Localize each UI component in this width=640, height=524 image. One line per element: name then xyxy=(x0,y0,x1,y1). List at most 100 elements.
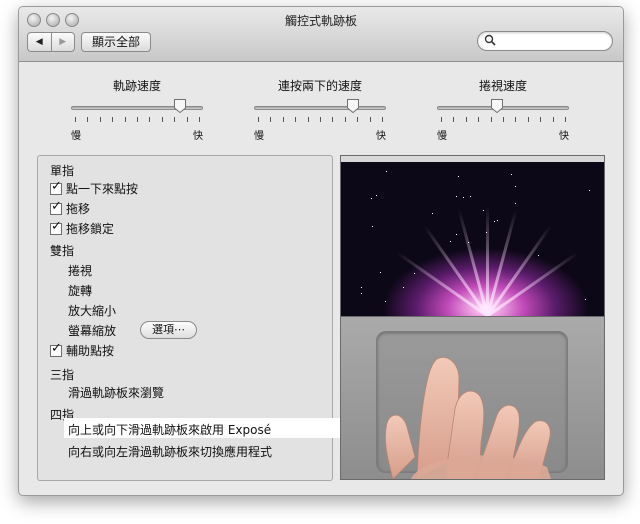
double-click-speed-label: 連按兩下的速度 xyxy=(277,79,362,93)
gesture-options-panel: 單指 ✓ 點一下來點按 ✓ 拖移 ✓ 拖移鎖定 雙指 捲視 旋轉 放大縮小 螢幕… xyxy=(37,155,358,481)
slider-tick xyxy=(137,117,138,122)
tracking-speed-min-label: 慢 xyxy=(71,131,81,142)
one-finger-header: 單指 xyxy=(50,164,75,178)
secondary-click-row[interactable]: ✓ 輔助點按 xyxy=(50,340,115,359)
slider-tick xyxy=(357,117,359,122)
star-dot xyxy=(456,196,457,197)
slider-tick xyxy=(295,117,297,122)
slider-tick xyxy=(503,117,504,122)
three-finger-swipe-item[interactable]: 滑過軌跡板來瀏覽 xyxy=(68,384,164,401)
star-dot xyxy=(589,190,590,191)
star-dot xyxy=(450,241,451,242)
star-dot xyxy=(414,273,415,274)
star-dot xyxy=(468,242,469,243)
tracking-speed-thumb[interactable] xyxy=(173,98,187,114)
search-input[interactable] xyxy=(500,33,608,49)
slider-tick xyxy=(515,117,517,122)
slider-tick xyxy=(441,117,442,122)
dragging-checkbox[interactable]: ✓ xyxy=(50,198,62,215)
slider-tick xyxy=(540,117,542,122)
three-fingers-header: 三指 xyxy=(50,368,75,382)
star-dot xyxy=(497,220,498,221)
slider-tick xyxy=(161,117,163,122)
dragging-row[interactable]: ✓ 拖移 xyxy=(50,198,91,217)
slider-tick xyxy=(565,117,566,122)
expose-item-label: 向上或向下滑過軌跡板來啟用 Exposé xyxy=(68,423,272,437)
star-dot xyxy=(511,174,512,175)
slider-tick xyxy=(75,117,76,122)
slider-tick xyxy=(87,117,89,122)
star-dot xyxy=(386,171,387,172)
tracking-speed-label: 軌跡速度 xyxy=(112,79,161,93)
slider-tick xyxy=(270,117,272,122)
rotate-item[interactable]: 旋轉 xyxy=(68,282,92,299)
star-dot xyxy=(515,186,516,187)
slider-tick xyxy=(186,117,188,122)
desktop-preview-image xyxy=(341,156,604,316)
double-click-speed-thumb[interactable] xyxy=(346,98,360,114)
back-button[interactable]: ◀ xyxy=(28,33,51,51)
star-dot xyxy=(385,301,386,302)
drag-lock-row[interactable]: ✓ 拖移鎖定 xyxy=(50,218,115,237)
slider-tick xyxy=(478,117,480,122)
star-dot xyxy=(483,210,484,211)
screen-zoom-options-button[interactable]: 選項⋯ xyxy=(140,321,197,339)
slider-tick xyxy=(199,117,200,122)
scrolling-speed-thumb[interactable] xyxy=(490,98,504,114)
tap-to-click-row[interactable]: ✓ 點一下來點按 xyxy=(50,179,139,197)
star-dot xyxy=(515,203,516,204)
two-fingers-header: 雙指 xyxy=(50,244,75,258)
star-dot xyxy=(376,195,377,196)
secondary-click-checkbox[interactable]: ✓ xyxy=(50,340,62,357)
tap-to-click-label: 點一下來點按 xyxy=(66,182,139,196)
slider-tick xyxy=(332,117,334,122)
zoom-item[interactable]: 放大縮小 xyxy=(68,302,116,319)
drag-lock-checkbox[interactable]: ✓ xyxy=(50,218,62,235)
star-dot xyxy=(458,176,459,177)
two-finger-scroll-item[interactable]: 捲視 xyxy=(68,262,92,279)
dragging-label: 拖移 xyxy=(66,202,91,216)
gesture-preview xyxy=(340,155,605,480)
double-click-speed-slider-group: 連按兩下的速度 慢 快 xyxy=(254,77,386,142)
slider-tick xyxy=(453,117,455,122)
preferences-window: 觸控式軌跡板 ◀ ▶ 顯示全部 軌跡速度 慢 快 連按兩下的速度 慢 快 捲視速… xyxy=(18,6,624,496)
slider-thumb-icon xyxy=(347,99,360,114)
star-dot xyxy=(538,255,539,256)
checkmark-icon: ✓ xyxy=(51,340,62,356)
drag-lock-label: 拖移鎖定 xyxy=(66,222,115,236)
star-dot xyxy=(361,293,362,294)
slider-tick xyxy=(344,117,346,122)
slider-tick xyxy=(527,117,529,122)
double-click-speed-track[interactable] xyxy=(254,106,386,110)
tracking-speed-max-label: 快 xyxy=(193,131,203,142)
slider-tick xyxy=(124,117,126,122)
expose-item-selected[interactable]: 向上或向下滑過軌跡板來啟用 Exposé xyxy=(64,418,358,438)
switch-apps-item[interactable]: 向右或向左滑過軌跡板來切換應用程式 xyxy=(68,443,272,460)
scrolling-speed-min-label: 慢 xyxy=(437,131,447,142)
aurora-ray xyxy=(486,225,552,316)
slider-tick xyxy=(552,117,554,122)
scrolling-speed-max-label: 快 xyxy=(559,131,569,142)
titlebar: 觸控式軌跡板 ◀ ▶ 顯示全部 xyxy=(19,7,623,62)
trackpad-preview-image xyxy=(341,317,604,479)
checkmark-icon: ✓ xyxy=(51,198,62,214)
slider-tick xyxy=(465,117,467,122)
star-dot xyxy=(432,213,433,214)
show-all-button[interactable]: 顯示全部 xyxy=(81,32,152,52)
forward-button[interactable]: ▶ xyxy=(50,33,75,51)
checkmark-icon: ✓ xyxy=(51,218,62,234)
preview-menubar xyxy=(341,156,604,162)
star-dot xyxy=(486,232,487,233)
search-field[interactable] xyxy=(477,31,613,51)
slider-tick xyxy=(490,117,492,122)
secondary-click-label: 輔助點按 xyxy=(66,344,115,358)
star-dot xyxy=(585,299,586,300)
slider-tick xyxy=(282,117,284,122)
scrolling-speed-slider-group: 捲視速度 慢 快 xyxy=(437,77,569,142)
tap-to-click-checkbox[interactable]: ✓ xyxy=(50,179,62,195)
star-dot xyxy=(380,272,381,273)
slider-tick xyxy=(320,117,321,122)
slider-tick xyxy=(258,117,259,122)
aurora-ray xyxy=(423,225,489,316)
screen-zoom-item[interactable]: 螢幕縮放 xyxy=(68,322,116,339)
